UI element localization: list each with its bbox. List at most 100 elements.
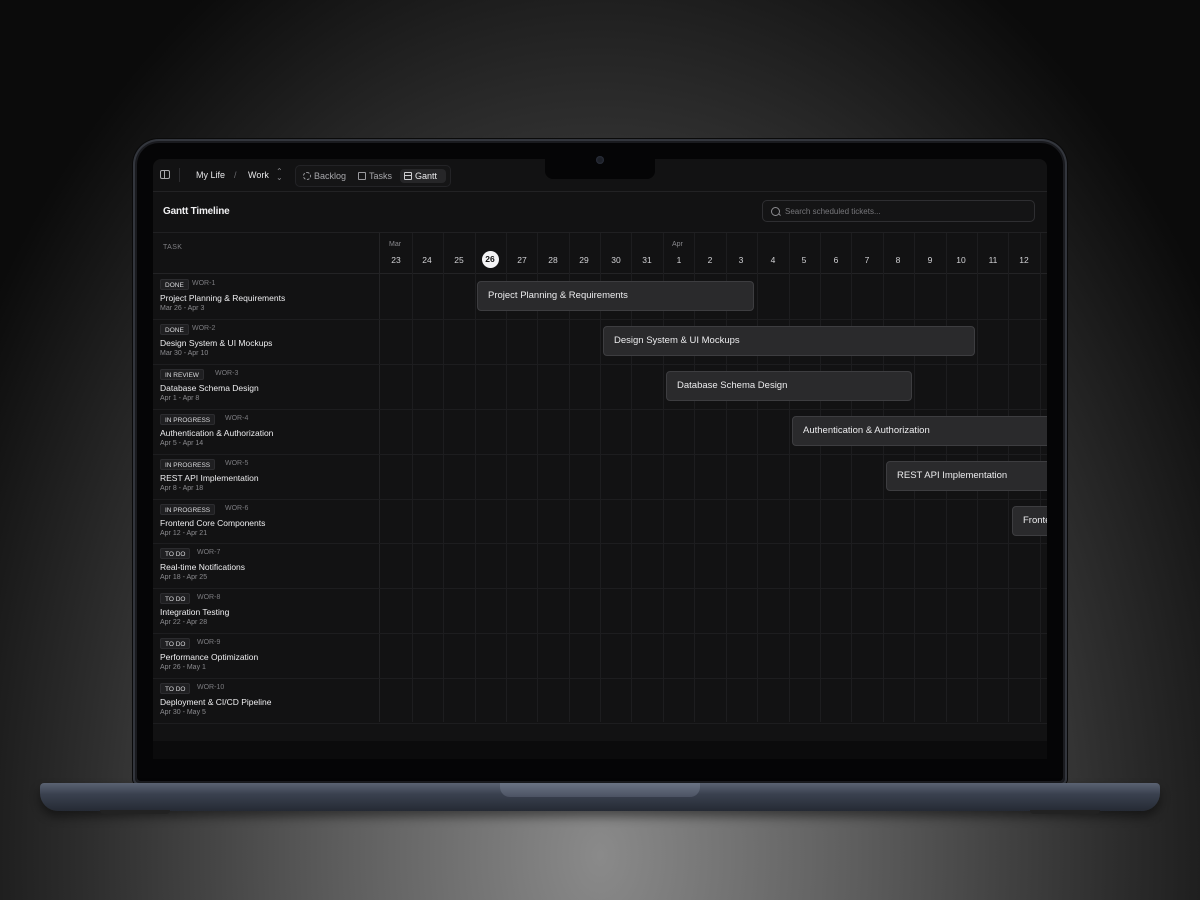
status-badge: TO DO [160,548,191,559]
day-gridline [757,233,758,722]
task-row[interactable]: TO DO WOR-10 Deployment & CI/CD Pipeline Ap… [160,683,370,719]
task-row[interactable]: DONE WOR-2 Design System & UI Mockups Mar 3… [160,324,370,360]
task-dates: Mar 26 - Apr 3 [160,305,205,312]
laptop-foot [100,810,170,814]
day-label: 29 [579,255,589,265]
day-label: 5 [801,255,807,265]
day-label: 4 [770,255,776,265]
task-name: Integration Testing [160,607,230,617]
tab-label: Tasks [369,171,393,181]
row-divider [153,319,1047,320]
row-divider [153,633,1047,634]
task-id: WOR-8 [197,594,221,601]
task-row[interactable]: TO DO WOR-7 Real-time Notifications Apr 18 … [160,548,370,584]
task-name: Real-time Notifications [160,562,246,572]
day-label: 30 [611,255,621,265]
task-id: WOR-2 [192,325,216,332]
breadcrumb-work[interactable]: Work [248,170,269,180]
task-row[interactable]: TO DO WOR-9 Performance Optimization Apr 26… [160,638,370,674]
task-name: Project Planning & Requirements [160,293,286,303]
task-name: Frontend Core Components [160,518,266,528]
day-label: 10 [956,255,966,265]
task-dates: Apr 26 - May 1 [160,664,206,671]
laptop-chin [153,741,1047,759]
task-dates: Apr 18 - Apr 25 [160,574,208,581]
task-id: WOR-5 [225,460,249,467]
task-row[interactable]: IN PROGRESS WOR-5 REST API Implementation A… [160,459,370,495]
task-id: WOR-4 [225,415,249,422]
task-dates: Apr 1 - Apr 8 [160,395,200,402]
day-gridline [851,233,852,722]
breadcrumb-separator: / [234,170,237,180]
search-box[interactable] [762,200,1035,222]
day-gridline [443,233,444,722]
status-badge: TO DO [160,593,191,604]
task-row[interactable]: IN PROGRESS WOR-6 Frontend Core Components… [160,504,370,540]
breadcrumb-my-life[interactable]: My Life [196,170,225,180]
search-input[interactable] [785,204,1025,218]
status-badge: DONE [160,324,189,335]
task-row[interactable]: IN REVIEW WOR-3 Database Schema Design Apr … [160,369,370,405]
task-name: Performance Optimization [160,652,259,662]
task-row[interactable]: TO DO WOR-8 Integration Testing Apr 22 - Ap… [160,593,370,629]
day-label: 23 [391,255,401,265]
tab-backlog[interactable]: Backlog [299,169,351,183]
day-gridline [820,233,821,722]
row-divider [153,588,1047,589]
day-gridline [475,233,476,722]
day-label: 28 [548,255,558,265]
task-name: REST API Implementation [160,473,259,483]
task-name: Design System & UI Mockups [160,338,273,348]
gantt-bar[interactable]: REST API Implementation [886,461,1047,491]
gantt-chart: TASK 23 24 25 26 27 28 29 30 31 1 2 3 4 5 6 7 8 9 10 11 12 Ma… [153,232,1047,724]
status-badge: IN PROGRESS [160,504,216,515]
tab-label: Backlog [314,171,347,181]
sidebar-toggle-icon[interactable] [160,170,170,179]
laptop-foot [1030,810,1100,814]
day-gridline [789,233,790,722]
day-gridline [412,233,413,722]
task-id: WOR-7 [197,549,221,556]
chevron-updown-icon[interactable]: ⌃ ⌄ [276,168,283,182]
day-label: 31 [642,255,652,265]
divider [179,168,180,182]
tab-gantt[interactable]: Gantt [400,169,446,183]
backlog-icon [303,172,311,180]
task-name: Authentication & Authorization [160,428,274,438]
tab-tasks[interactable]: Tasks [354,169,396,183]
gantt-bar[interactable]: Design System & UI Mockups [603,326,975,356]
view-tabs: Backlog Tasks Gantt [295,165,451,187]
gantt-bar[interactable]: Project Planning & Requirements [477,281,754,311]
search-icon [771,207,780,216]
task-dates: Mar 30 - Apr 10 [160,350,209,357]
month-label: Mar [389,241,402,248]
row-divider [153,723,1047,724]
row-divider [153,364,1047,365]
day-label: 6 [833,255,839,265]
gantt-icon [404,172,412,180]
task-name: Deployment & CI/CD Pipeline [160,697,272,707]
task-row[interactable]: DONE WOR-1 Project Planning & Requirements… [160,279,370,315]
status-badge: DONE [160,279,189,290]
task-dates: Apr 30 - May 5 [160,709,206,716]
tasks-icon [358,172,366,180]
gantt-bar[interactable]: Database Schema Design [666,371,912,401]
day-label: 27 [517,255,527,265]
task-id: WOR-3 [215,370,239,377]
task-dates: Apr 8 - Apr 18 [160,485,204,492]
gantt-bar[interactable]: Authentication & Authorization [792,416,1047,446]
today-day-label: 26 [481,251,499,268]
tab-label: Gantt [415,171,438,181]
month-label: Apr [672,241,683,248]
gantt-bar[interactable]: Frontend Core Components [1012,506,1047,536]
day-label: 25 [454,255,464,265]
day-label: 3 [738,255,744,265]
day-label: 11 [988,255,998,265]
day-gridline [883,233,884,722]
status-badge: TO DO [160,683,191,694]
task-name: Database Schema Design [160,383,259,393]
task-dates: Apr 5 - Apr 14 [160,440,204,447]
task-row[interactable]: IN PROGRESS WOR-4 Authentication & Authori… [160,414,370,450]
day-label: 8 [895,255,901,265]
row-divider [153,454,1047,455]
